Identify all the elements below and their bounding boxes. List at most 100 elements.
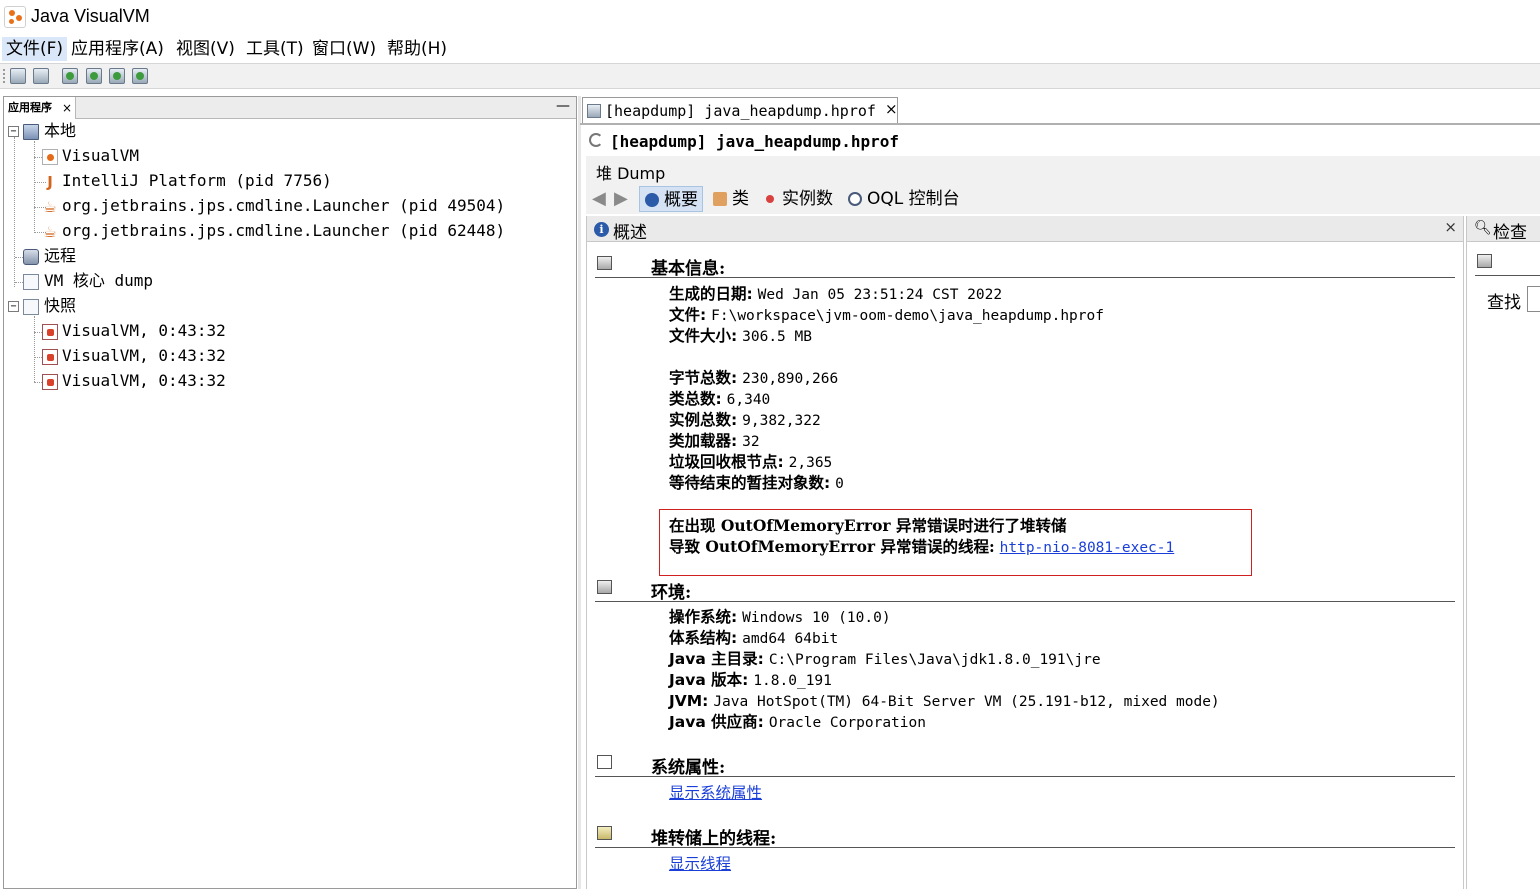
menu-window[interactable]: 窗口(W) (308, 37, 380, 61)
oom-message: 在出现 OutOfMemoryError 异常错误时进行了堆转储 (669, 515, 1066, 537)
section-title: 堆转储上的线程: (651, 829, 777, 849)
section-icon (597, 256, 612, 270)
inspect-header: 🔍︎ 检查 (1467, 216, 1540, 243)
info-row-date: 生成的日期: Wed Jan 05 23:51:24 CST 2022 (669, 284, 1002, 306)
menu-bar: 文件(F) 应用程序(A) 视图(V) 工具(T) 窗口(W) 帮助(H) (0, 35, 1540, 63)
save-icon[interactable] (33, 68, 49, 84)
menu-applications[interactable]: 应用程序(A) (67, 37, 168, 61)
stat-key: 类加载器: (669, 432, 738, 450)
panel-splitter[interactable] (578, 96, 581, 889)
stat-value: 9,382,322 (742, 413, 821, 429)
find-input[interactable] (1527, 286, 1540, 312)
env-row-jvm: JVM: Java HotSpot(TM) 64-Bit Server VM (… (669, 691, 1220, 713)
snapshot-icon (42, 324, 58, 340)
oom-thread-link[interactable]: http-nio-8081-exec-1 (1000, 540, 1175, 556)
show-threads-link[interactable]: 显示线程 (669, 855, 731, 873)
info-row-size: 文件大小: 306.5 MB (669, 326, 812, 348)
toolbar-grip[interactable] (3, 69, 5, 83)
add-core-dump-icon[interactable] (109, 68, 125, 84)
heapdump-view-nav: ◀ ▶ 概要 类 实例数 OQL 控制台 (586, 184, 1540, 214)
tab-classes[interactable]: 类 (708, 186, 753, 212)
tree-node-label: VisualVM, 0:43:32 (62, 321, 226, 340)
tree-node-label: 本地 (44, 121, 77, 140)
menu-file[interactable]: 文件(F) (2, 37, 68, 61)
oom-thread-row: 导致 OutOfMemoryError 异常错误的线程: http-nio-80… (669, 536, 1174, 559)
env-row-java-version: Java 版本: 1.8.0_191 (669, 670, 832, 692)
back-arrow-icon[interactable]: ◀ (592, 190, 606, 208)
menu-tools[interactable]: 工具(T) (242, 37, 308, 61)
info-icon (645, 193, 659, 207)
stat-row-gc-roots: 垃圾回收根节点: 2,365 (669, 452, 832, 474)
remote-host-icon (23, 249, 39, 265)
info-key: 文件: (669, 306, 707, 324)
env-value: C:\Program Files\Java\jdk1.8.0_191\jre (768, 652, 1101, 668)
tab-classes-label: 类 (732, 189, 749, 209)
forward-arrow-icon[interactable]: ▶ (614, 190, 628, 208)
close-icon[interactable]: × (1444, 218, 1457, 236)
oom-line1: 在出现 OutOfMemoryError 异常错误时进行了堆转储 (669, 516, 1067, 535)
stat-value: 6,340 (726, 392, 771, 408)
tree-node-label: VM 核心 dump (44, 271, 154, 290)
tab-summary[interactable]: 概要 (639, 186, 703, 212)
applications-tabbar: 应用程序 × — (4, 97, 576, 119)
section-icon (597, 755, 612, 769)
find-label: 查找 (1487, 293, 1521, 313)
add-snapshot-icon[interactable] (132, 68, 148, 84)
toolbar (0, 63, 1540, 89)
info-value: F:\workspace\jvm-oom-demo\java_heapdump.… (711, 308, 1104, 324)
info-value: Wed Jan 05 23:51:24 CST 2022 (757, 287, 1003, 303)
env-key: Java 版本: (669, 671, 749, 689)
show-system-properties-row: 显示系统属性 (669, 783, 762, 804)
stat-key: 类总数: (669, 390, 722, 408)
show-threads-row: 显示线程 (669, 854, 731, 875)
inspect-title: 检查 (1493, 223, 1527, 243)
minimize-icon[interactable]: — (556, 97, 570, 115)
menu-view[interactable]: 视图(V) (172, 37, 239, 61)
tab-instances-label: 实例数 (782, 189, 833, 209)
collapse-snapshots-icon[interactable]: − (8, 301, 19, 312)
stat-row-classloaders: 类加载器: 32 (669, 431, 760, 453)
tab-oql-console[interactable]: OQL 控制台 (843, 186, 964, 212)
stat-key: 实例总数: (669, 411, 738, 429)
info-key: 生成的日期: (669, 285, 753, 303)
env-row-java-home: Java 主目录: C:\Program Files\Java\jdk1.8.0… (669, 649, 1101, 671)
tab-heap-dump[interactable]: 堆 Dump (596, 160, 665, 184)
tab-instances[interactable]: 实例数 (758, 186, 837, 212)
menu-help[interactable]: 帮助(H) (383, 37, 451, 61)
java-icon: ☕ (43, 198, 57, 216)
stat-key: 垃圾回收根节点: (669, 453, 784, 471)
title-bar: Java VisualVM (0, 0, 1540, 34)
stat-key: 字节总数: (669, 369, 738, 387)
env-row-os: 操作系统: Windows 10 (10.0) (669, 607, 891, 629)
show-system-properties-link[interactable]: 显示系统属性 (669, 784, 762, 802)
close-icon[interactable]: × (62, 97, 72, 119)
env-key: 体系结构: (669, 629, 738, 647)
stat-value: 2,365 (788, 455, 833, 471)
collapse-local-icon[interactable]: − (8, 126, 19, 137)
env-value: Oracle Corporation (768, 715, 926, 731)
stat-key: 等待结束的暂挂对象数: (669, 474, 831, 492)
tree-node-label: 快照 (44, 296, 77, 315)
core-dump-icon (23, 274, 39, 290)
section-environment: 环境: (595, 576, 1455, 603)
load-snapshot-icon[interactable] (10, 68, 26, 84)
add-remote-host-icon[interactable] (86, 68, 102, 84)
env-key: Java 供应商: (669, 713, 764, 731)
close-icon[interactable]: × (885, 100, 898, 118)
document-tab-label: [heapdump] java_heapdump.hprof (605, 102, 876, 120)
document-tabstrip-border (580, 123, 1540, 125)
add-jmx-connection-icon[interactable] (62, 68, 78, 84)
java-icon: ☕ (43, 223, 57, 241)
applications-tab-label: 应用程序 (8, 101, 52, 114)
inspect-panel: 🔍︎ 检查 查找 (1466, 216, 1540, 889)
overview-header: i 概述 × (587, 216, 1463, 243)
snapshot-icon (42, 349, 58, 365)
section-basic-info: 基本信息: (595, 252, 1455, 279)
snapshots-icon (23, 299, 39, 315)
snapshot-icon (42, 374, 58, 390)
computer-icon (23, 124, 39, 140)
applications-tab[interactable]: 应用程序 × (4, 97, 76, 119)
tree-node-label: IntelliJ Platform (pid 7756) (62, 171, 332, 190)
visualvm-logo-icon (4, 6, 26, 28)
heapdump-document-tab[interactable]: [heapdump] java_heapdump.hprof × (582, 97, 898, 124)
